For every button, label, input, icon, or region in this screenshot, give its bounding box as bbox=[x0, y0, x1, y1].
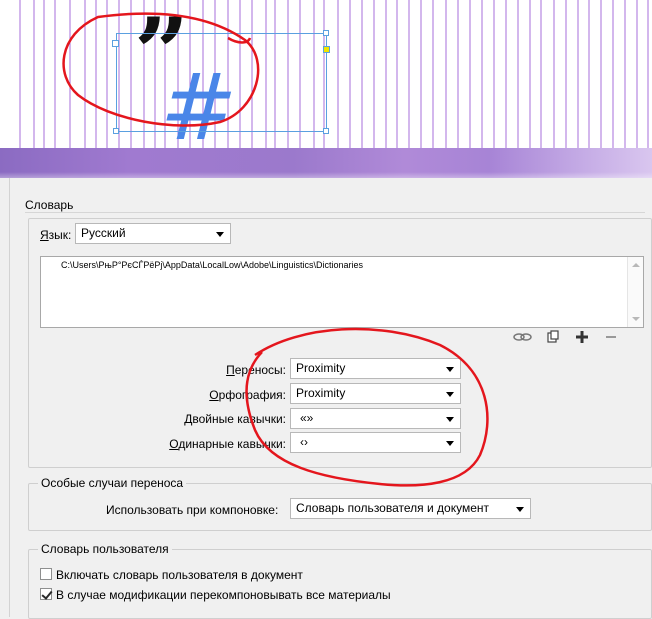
section-title-dictionary: Словарь bbox=[25, 198, 74, 212]
chevron-down-icon bbox=[446, 417, 454, 422]
selection-handle[interactable] bbox=[323, 128, 329, 134]
purple-divider-bar bbox=[0, 148, 652, 178]
spelling-select[interactable]: Proximity bbox=[290, 383, 461, 404]
dictionary-list-scrollbar[interactable] bbox=[627, 257, 643, 327]
selection-handle[interactable] bbox=[323, 46, 330, 53]
single-quotes-label: Одинарные кавычки: bbox=[169, 437, 286, 451]
remove-icon[interactable] bbox=[603, 330, 619, 344]
section-title-hyphenation-exceptions: Особые случаи переноса bbox=[38, 476, 187, 490]
remove-icon-graphic bbox=[606, 336, 616, 338]
double-quotes-select[interactable]: «» bbox=[290, 408, 461, 429]
selection-frame[interactable] bbox=[116, 33, 327, 132]
chevron-down-icon bbox=[216, 232, 224, 237]
single-quotes-select[interactable]: ‹› bbox=[290, 432, 461, 453]
single-quotes-select-value: ‹› bbox=[300, 435, 308, 449]
compose-using-label: Использовать при компоновке: bbox=[106, 503, 279, 517]
scroll-down-icon[interactable] bbox=[632, 317, 640, 321]
spelling-select-value: Proximity bbox=[296, 386, 346, 400]
language-select[interactable]: Русский bbox=[75, 223, 231, 244]
chevron-down-icon bbox=[446, 392, 454, 397]
section-title-user-dictionary: Словарь пользователя bbox=[38, 542, 172, 556]
hyphenation-label: Переносы: bbox=[226, 363, 286, 377]
language-select-value: Русский bbox=[81, 226, 126, 240]
merge-user-dictionary-checkbox[interactable] bbox=[40, 568, 52, 580]
add-icon-graphic bbox=[576, 331, 588, 343]
user-dictionary-group bbox=[28, 549, 652, 619]
hyphenation-select-value: Proximity bbox=[296, 361, 346, 375]
section-divider bbox=[25, 212, 645, 213]
chevron-down-icon bbox=[516, 507, 524, 512]
hyphenation-select[interactable]: Proximity bbox=[290, 358, 461, 379]
panel-left-edge bbox=[0, 178, 10, 617]
selection-handle[interactable] bbox=[112, 40, 119, 47]
link-icon-graphic bbox=[513, 333, 532, 341]
recompose-stories-checkbox[interactable] bbox=[40, 588, 52, 600]
dictionary-list[interactable]: C:\Users\РњР°РєСЃРёРј\AppData\LocalLow\A… bbox=[40, 256, 644, 328]
link-icon[interactable] bbox=[512, 330, 532, 344]
selection-handle[interactable] bbox=[113, 128, 119, 134]
chevron-down-icon bbox=[446, 441, 454, 446]
document-canvas[interactable]: ” # bbox=[0, 0, 652, 148]
selection-handle[interactable] bbox=[323, 30, 329, 36]
compose-using-select-value: Словарь пользователя и документ bbox=[296, 501, 489, 515]
new-dictionary-icon[interactable] bbox=[545, 330, 561, 344]
double-quotes-label: Двойные кавычки: bbox=[184, 412, 286, 426]
dictionary-path-item[interactable]: C:\Users\РњР°РєСЃРёРј\AppData\LocalLow\A… bbox=[61, 260, 363, 270]
spelling-label: Орфография: bbox=[209, 388, 286, 402]
chevron-down-icon bbox=[446, 367, 454, 372]
scroll-up-icon[interactable] bbox=[632, 263, 640, 267]
double-quotes-select-value: «» bbox=[300, 411, 314, 425]
merge-user-dictionary-label[interactable]: Включать словарь пользователя в документ bbox=[56, 568, 303, 582]
preferences-dictionary-panel: Словарь Язык: Русский C:\Users\РњР°РєСЃР… bbox=[0, 178, 652, 619]
language-label: Язык: bbox=[40, 228, 72, 242]
add-icon[interactable] bbox=[574, 330, 590, 344]
recompose-stories-label[interactable]: В случае модификации перекомпоновывать в… bbox=[56, 588, 391, 602]
new-dictionary-icon-graphic bbox=[547, 330, 559, 343]
compose-using-select[interactable]: Словарь пользователя и документ bbox=[290, 498, 531, 519]
